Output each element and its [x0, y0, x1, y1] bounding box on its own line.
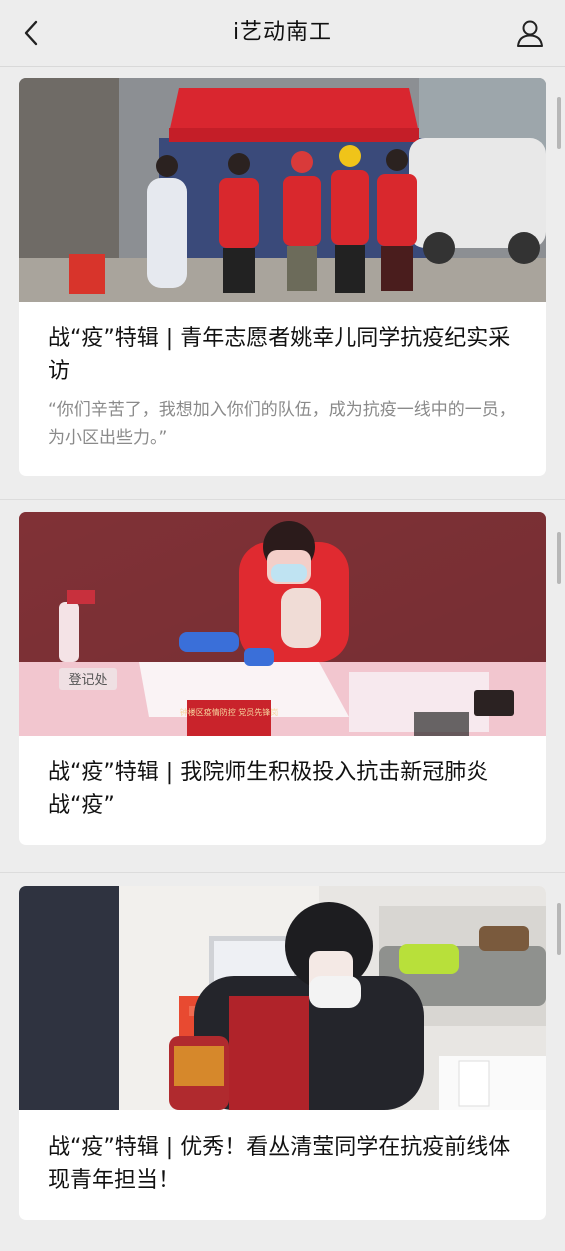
profile-button[interactable]	[513, 16, 547, 50]
article-title[interactable]: 战“疫”特辑 | 我院师生积极投入抗击新冠肺炎战“疫”	[48, 756, 523, 822]
scrollbar-thumb[interactable]	[557, 903, 561, 955]
article-digest: “你们辛苦了，我想加入你们的队伍，成为抗疫一线中的一员，为小区出些力。”	[48, 400, 516, 448]
user-icon	[517, 20, 543, 47]
article-card[interactable]: 登记处 钟楼区疫情防控 党员先锋岗 战“疫”特辑 | 我院师生积极投入抗击新冠肺…	[19, 512, 546, 845]
article-cover-image	[19, 78, 546, 302]
page-title: i艺动南工	[232, 20, 333, 45]
plate-text: 钟楼区疫情防控 党员先锋岗	[180, 707, 279, 717]
article-cover-image	[19, 886, 546, 1110]
article-card[interactable]: 战“疫”特辑 | 优秀！看丛清莹同学在抗疫前线体现青年担当！	[19, 886, 546, 1220]
article-card[interactable]: 战“疫”特辑 | 青年志愿者姚幸儿同学抗疫纪实采访 “你们辛苦了，我想加入你们的…	[19, 78, 546, 476]
article-group: 登记处 钟楼区疫情防控 党员先锋岗 战“疫”特辑 | 我院师生积极投入抗击新冠肺…	[0, 500, 565, 872]
article-group: 战“疫”特辑 | 青年志愿者姚幸儿同学抗疫纪实采访 “你们辛苦了，我想加入你们的…	[0, 67, 565, 499]
article-title[interactable]: 战“疫”特辑 | 青年志愿者姚幸儿同学抗疫纪实采访	[48, 322, 523, 388]
sign-text: 登记处	[68, 673, 107, 688]
article-group: 战“疫”特辑 | 优秀！看丛清莹同学在抗疫前线体现青年担当！	[0, 873, 565, 1251]
nav-bar: i艺动南工	[0, 0, 565, 67]
article-cover-image: 登记处 钟楼区疫情防控 党员先锋岗	[19, 512, 546, 736]
scrollbar-thumb[interactable]	[557, 532, 561, 584]
scrollbar-thumb[interactable]	[557, 97, 561, 149]
article-title[interactable]: 战“疫”特辑 | 优秀！看丛清莹同学在抗疫前线体现青年担当！	[48, 1131, 523, 1197]
